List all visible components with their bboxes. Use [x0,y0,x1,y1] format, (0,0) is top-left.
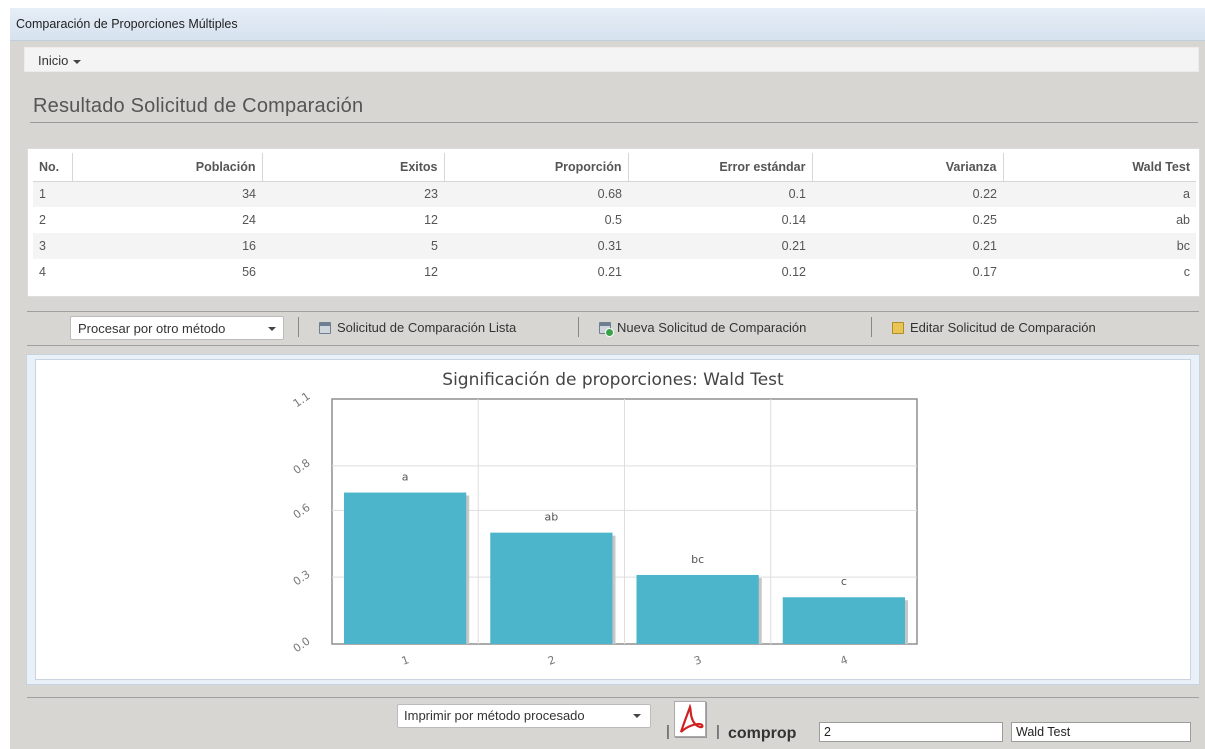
table-row[interactable]: 1 34 23 0.68 0.1 0.22 a [33,181,1196,207]
chevron-down-icon [73,59,82,64]
toolbar-separator [298,317,299,337]
x-tick-label: 3 [692,653,703,668]
footer-separator: | [666,723,670,740]
menu-inicio[interactable]: Inicio [38,53,82,68]
results-table: No. Población Exitos Proporción Error es… [33,153,1196,285]
chevron-down-icon [633,714,641,718]
table-cell: a [1003,181,1196,207]
table-cell: 4 [39,265,46,279]
new-comparison-label: Nueva Solicitud de Comparación [617,320,807,335]
x-tick-label: 2 [546,653,557,668]
column-header[interactable]: Proporción [443,153,629,182]
table-cell: 34 [72,181,262,207]
edit-icon [892,322,904,334]
window-title: Comparación de Proporciones Múltiples [16,17,238,31]
bar-data-label: c [841,575,847,588]
menu-inicio-label: Inicio [38,53,69,68]
comparison-list-button[interactable]: Solicitud de Comparación Lista [319,316,516,340]
table-cell: c [1183,265,1190,279]
table-cell: 0.31 [444,233,628,259]
column-header[interactable]: Exitos [261,153,445,182]
chevron-down-icon [268,327,276,331]
comprop-label: comprop [728,725,797,742]
table-cell: 0.22 [812,181,1003,207]
results-table-panel: No. Población Exitos Proporción Error es… [27,148,1200,297]
method-select-value: Procesar por otro método [78,321,226,336]
table-cell: 1 [33,181,72,207]
chart-panel: Significación de proporciones: Wald Test… [26,354,1200,685]
bar [490,532,613,644]
app-frame: Comparación de Proporciones Múltiples In… [10,8,1205,749]
bar-data-label: a [402,471,409,484]
table-cell: 24 [242,213,256,227]
chart-container: Significación de proporciones: Wald Test… [35,359,1191,680]
table-cell: 23 [262,181,444,207]
table-cell: 2 [39,213,46,227]
bar [636,574,759,644]
toolbar-bottom-divider [27,345,1199,346]
comprop-input[interactable] [819,722,1003,742]
table-cell: 0.1 [628,181,812,207]
comparison-list-label: Solicitud de Comparación Lista [337,320,517,335]
table-cell: 3 [33,233,72,259]
table-cell: 0.21 [812,233,1003,259]
column-header[interactable]: Error estándar [627,153,813,182]
y-tick-label: 0.8 [291,456,313,477]
page-title: Resultado Solicitud de Comparación [33,95,364,117]
edit-comparison-label: Editar Solicitud de Comparación [910,320,1096,335]
add-document-icon [599,322,614,337]
table-cell: 0.21 [628,233,812,259]
edit-comparison-button[interactable]: Editar Solicitud de Comparación [892,316,1096,340]
bar-data-label: ab [545,511,559,524]
method-input[interactable] [1011,722,1191,742]
x-tick-label: 4 [839,653,850,668]
table-cell: 12 [424,213,438,227]
y-tick-label: 0.3 [291,568,313,589]
y-tick-label: 0.0 [291,634,313,655]
method-select[interactable]: Procesar por otro método [70,316,284,340]
column-header[interactable]: Wald Test [1002,153,1196,182]
table-row[interactable]: 4 56 12 0.21 0.12 0.17 c [33,259,1196,285]
title-divider [30,122,1198,123]
table-row[interactable]: 2 24 12 0.5 0.14 0.25 ab [33,207,1196,233]
table-cell: 0.17 [972,265,997,279]
toolbar-separator [871,317,872,337]
pdf-icon[interactable] [674,701,706,737]
table-cell: 56 [242,265,256,279]
column-header[interactable]: Población [71,153,263,182]
bar [344,492,467,644]
table-cell: 0.68 [444,181,628,207]
window-titlebar: Comparación de Proporciones Múltiples [10,8,1205,41]
bar [782,597,905,644]
table-cell: ab [1176,213,1190,227]
menu-bar: Inicio [24,47,1199,72]
x-tick-label: 1 [400,653,411,668]
table-cell: 12 [424,265,438,279]
table-cell: 0.21 [597,265,622,279]
table-cell: 0.5 [604,213,622,227]
footer-separator: | [716,723,720,740]
table-header-row: No. Población Exitos Proporción Error es… [33,153,1196,182]
toolbar-top-divider [27,311,1199,312]
y-tick-label: 1.1 [291,389,313,410]
print-method-select[interactable]: Imprimir por método procesado [397,704,651,728]
table-cell: 0.14 [781,213,806,227]
column-header[interactable]: Varianza [811,153,1004,182]
column-header[interactable]: No. [33,153,73,182]
table-row[interactable]: 3 16 5 0.31 0.21 0.21 bc [33,233,1196,259]
table-cell: bc [1003,233,1196,259]
pdf-icon-glyph [679,703,704,733]
table-cell: 0.25 [972,213,997,227]
table-cell: 0.12 [781,265,806,279]
bar-data-label: bc [691,553,704,566]
list-icon [319,322,331,334]
toolbar-separator [578,317,579,337]
bar-chart: 0.0 0.3 0.6 0.8 1.1 a 1 ab 2 bc 3 c 4 [291,389,918,668]
new-comparison-button[interactable]: Nueva Solicitud de Comparación [599,316,806,340]
print-method-value: Imprimir por método procesado [404,708,585,723]
footer-divider [27,697,1199,698]
table-cell: 16 [72,233,262,259]
y-tick-label: 0.6 [291,501,313,522]
table-cell: 5 [262,233,444,259]
